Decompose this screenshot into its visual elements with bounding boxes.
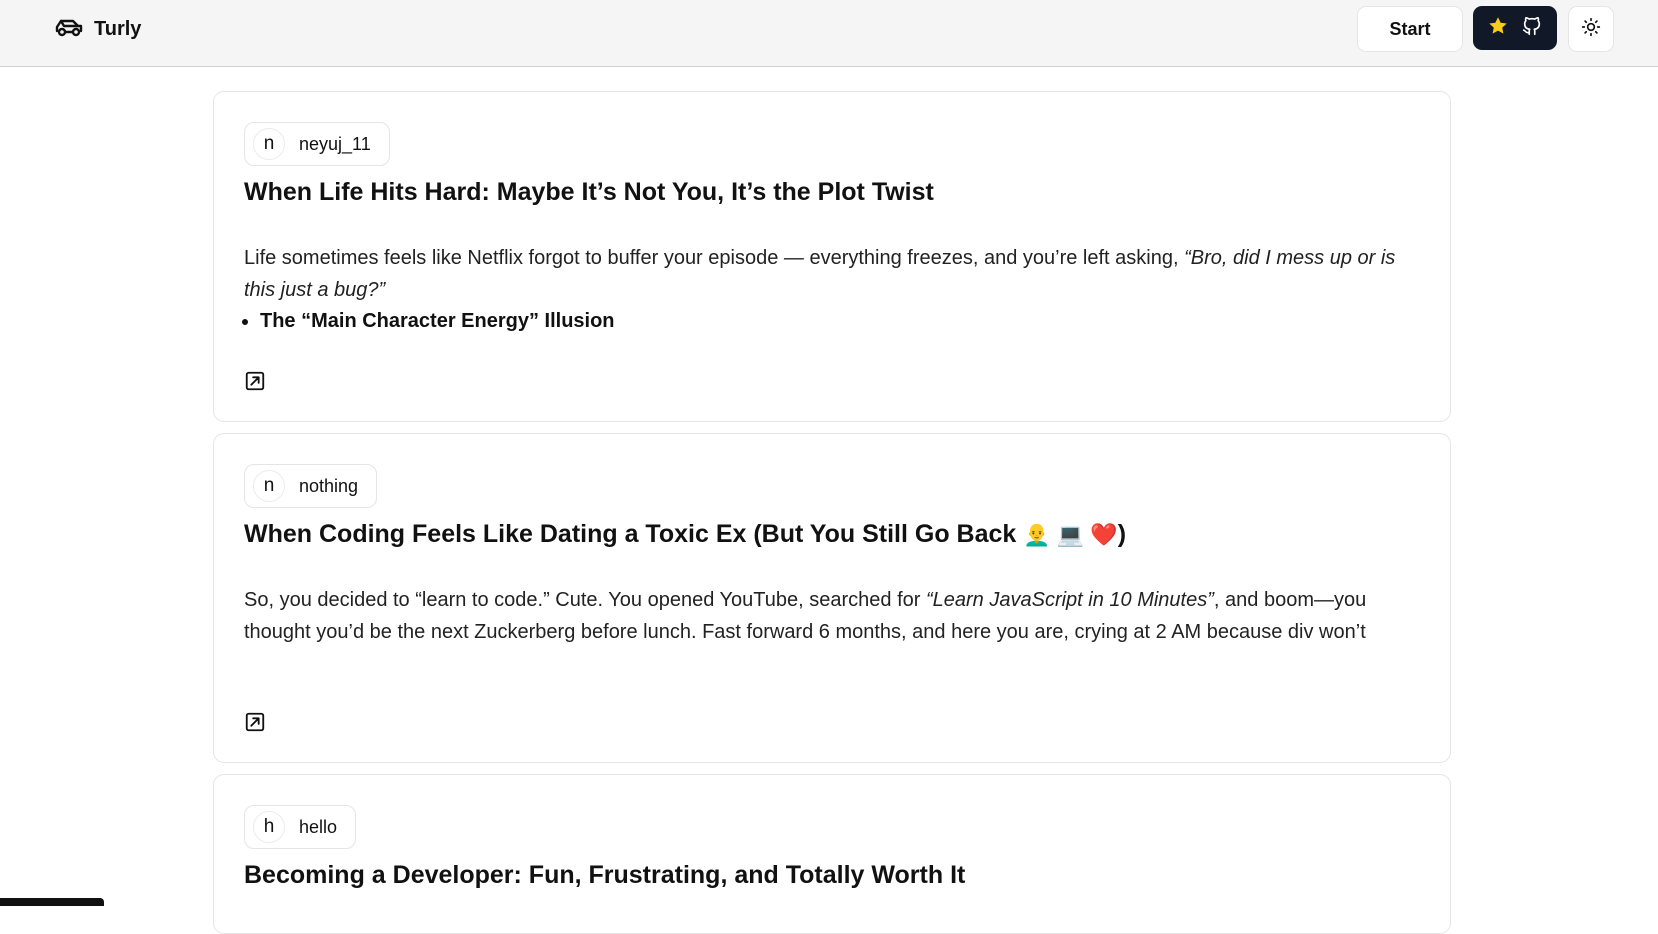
title-text: When Coding Feels Like Dating a Toxic Ex…	[244, 520, 1024, 548]
excerpt-list: The “Main Character Energy” Illusion	[244, 310, 615, 333]
theme-toggle-button[interactable]	[1568, 6, 1614, 52]
start-button[interactable]: Start	[1357, 6, 1463, 52]
author-chip[interactable]: n neyuj_11	[244, 122, 390, 166]
external-link-icon	[244, 711, 266, 733]
post-card: n nothing When Coding Feels Like Dating …	[213, 433, 1451, 763]
author-username: hello	[299, 816, 338, 837]
external-link-icon	[244, 370, 266, 392]
author-chip[interactable]: n nothing	[244, 464, 378, 508]
top-navbar: Turly Start	[0, 0, 1658, 67]
author-username: nothing	[299, 475, 359, 496]
post-card: n neyuj_11 When Life Hits Hard: Maybe It…	[213, 91, 1451, 422]
open-post-link[interactable]	[244, 711, 266, 733]
star-icon	[1487, 15, 1509, 42]
excerpt-text: Life sometimes feels like Netflix forgot…	[244, 247, 1185, 269]
avatar: h	[253, 811, 285, 843]
sun-icon	[1581, 17, 1601, 42]
title-suffix: )	[1117, 520, 1127, 548]
car-logo-icon	[54, 15, 84, 44]
author-username: neyuj_11	[299, 133, 371, 154]
github-icon	[1521, 15, 1543, 42]
author-chip[interactable]: h hello	[244, 805, 357, 849]
open-post-link[interactable]	[244, 370, 266, 392]
excerpt-bullet: The “Main Character Energy” Illusion	[260, 310, 615, 333]
post-card: h hello Becoming a Developer: Fun, Frust…	[213, 774, 1451, 934]
post-title[interactable]: When Coding Feels Like Dating a Toxic Ex…	[244, 520, 1126, 549]
brand-name: Turly	[94, 17, 142, 40]
post-title[interactable]: When Life Hits Hard: Maybe It’s Not You,…	[244, 178, 934, 207]
github-star-button[interactable]	[1473, 6, 1557, 50]
excerpt-italic: “Learn JavaScript in 10 Minutes”	[925, 589, 1214, 611]
post-title[interactable]: Becoming a Developer: Fun, Frustrating, …	[244, 861, 965, 890]
avatar: n	[253, 470, 285, 502]
excerpt-text: So, you decided to “learn to code.” Cute…	[244, 589, 926, 611]
brand-link[interactable]: Turly	[54, 15, 141, 43]
post-excerpt: So, you decided to “learn to code.” Cute…	[244, 584, 1424, 648]
bottom-edge-bar	[0, 898, 104, 906]
post-excerpt: Life sometimes feels like Netflix forgot…	[244, 242, 1424, 306]
title-emojis: 👨‍🦲 💻 ❤️	[1023, 522, 1118, 547]
avatar: n	[253, 128, 285, 160]
